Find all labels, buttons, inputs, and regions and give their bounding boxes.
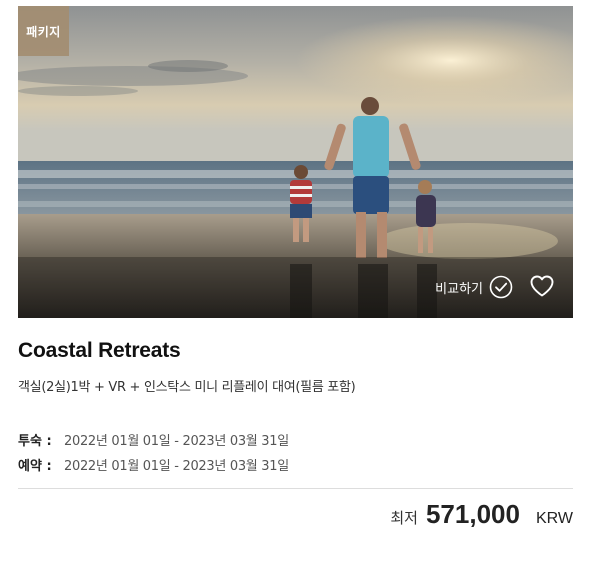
- booking-period-label: 예약 :: [18, 459, 52, 474]
- compare-button[interactable]: 비교하기: [435, 275, 513, 299]
- package-photo[interactable]: 패키지 비교하기: [18, 6, 573, 318]
- package-subtitle: 객실(2실)1박 + VR + 인스탁스 미니 리플레이 대여(필름 포함): [18, 380, 356, 395]
- price-prefix: 최저: [390, 509, 418, 527]
- price-row: 최저 571,000 KRW: [18, 499, 573, 530]
- package-card[interactable]: 패키지 비교하기 Coastal Retreats 객실(2실)1박 + VR …: [18, 6, 573, 530]
- price-currency: KRW: [535, 510, 573, 527]
- package-title[interactable]: Coastal Retreats: [18, 339, 573, 363]
- booking-period: 예약 : 2022년 01월 01일 - 2023년 03월 31일: [18, 458, 573, 476]
- heart-icon[interactable]: [529, 274, 555, 298]
- stay-period-value: 2022년 01월 01일 - 2023년 03월 31일: [64, 434, 289, 449]
- booking-period-value: 2022년 01월 01일 - 2023년 03월 31일: [64, 459, 289, 474]
- stay-period: 투숙 : 2022년 01월 01일 - 2023년 03월 31일: [18, 433, 573, 451]
- price-value: 571,000: [425, 499, 520, 529]
- divider: [18, 488, 573, 489]
- compare-label: 비교하기: [435, 281, 483, 297]
- stay-period-label: 투숙 :: [18, 434, 52, 449]
- check-circle-icon: [489, 275, 513, 299]
- package-badge: 패키지: [18, 6, 69, 56]
